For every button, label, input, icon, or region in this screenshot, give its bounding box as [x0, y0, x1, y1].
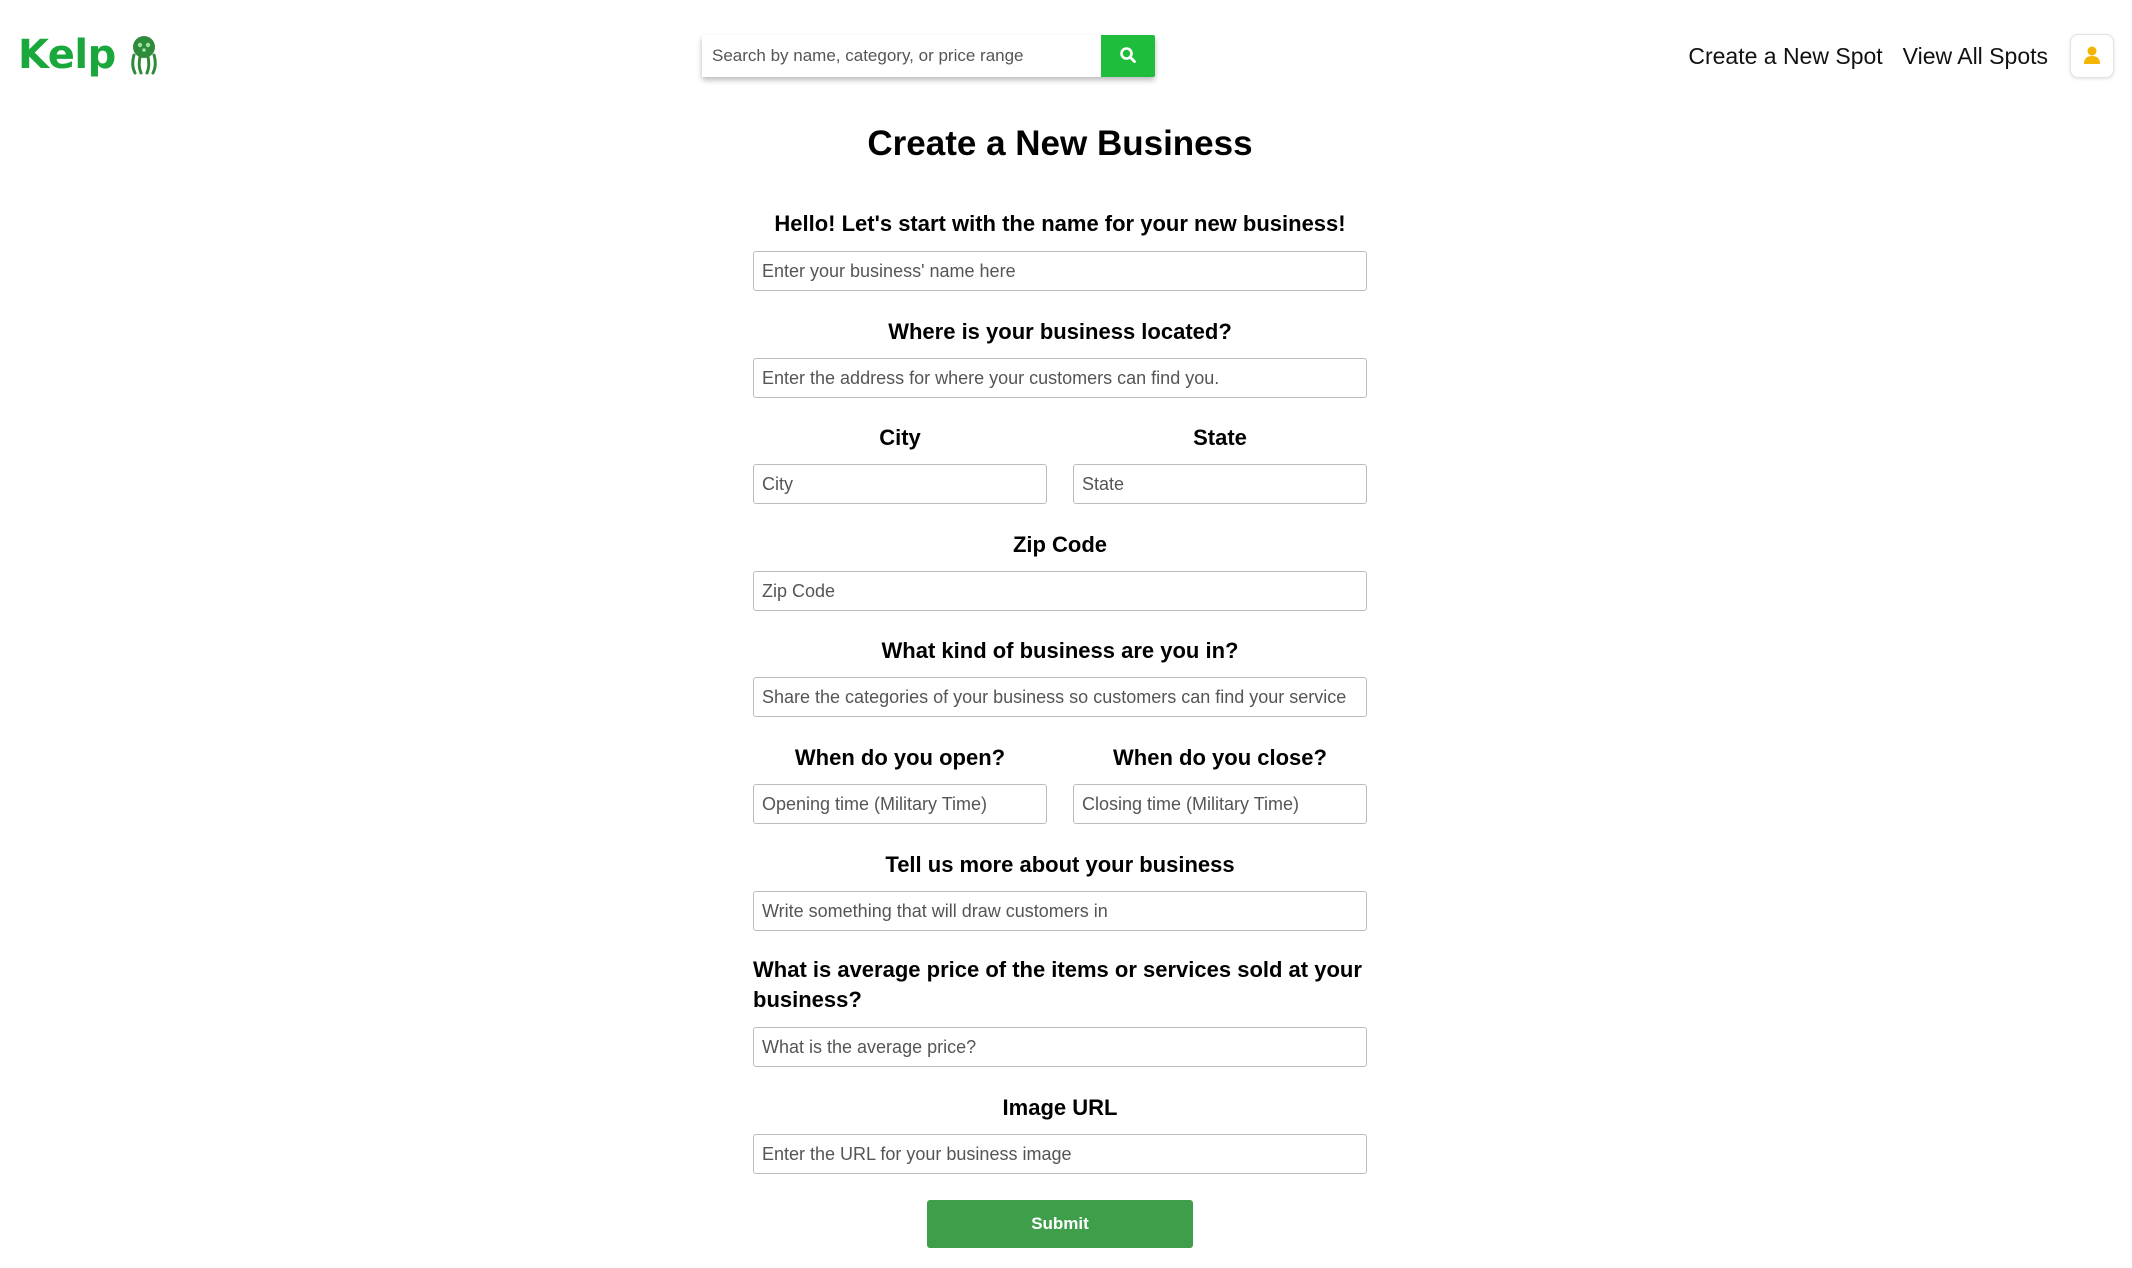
view-spots-link[interactable]: View All Spots	[1903, 43, 2048, 70]
close-time-label: When do you close?	[1113, 745, 1327, 770]
logo-link[interactable]: Kelp	[18, 28, 162, 82]
zip-code-input[interactable]	[753, 571, 1367, 611]
business-name-label: Hello! Let's start with the name for you…	[774, 211, 1346, 236]
category-label: What kind of business are you in?	[881, 638, 1239, 663]
search-bar	[702, 35, 1155, 77]
search-icon	[1119, 46, 1137, 67]
average-price-input[interactable]	[753, 1027, 1367, 1067]
kelp-logo-icon	[126, 35, 162, 75]
average-price-label: What is average price of the items or se…	[753, 957, 1362, 1012]
create-spot-link[interactable]: Create a New Spot	[1688, 43, 1882, 70]
state-label: State	[1193, 425, 1247, 450]
description-input[interactable]	[753, 891, 1367, 931]
open-time-label: When do you open?	[794, 745, 1006, 770]
page: Kelp Search by name, category, or price …	[0, 0, 2132, 1268]
open-time-input[interactable]	[753, 784, 1047, 824]
business-name-input[interactable]	[753, 251, 1367, 291]
city-input[interactable]	[753, 464, 1047, 504]
state-input[interactable]	[1073, 464, 1367, 504]
profile-button[interactable]	[2070, 34, 2114, 78]
category-input[interactable]	[753, 677, 1367, 717]
top-nav-bar: Kelp Search by name, category, or price …	[0, 0, 2132, 110]
address-input[interactable]	[753, 358, 1367, 398]
search-input[interactable]	[702, 35, 1101, 77]
submit-button[interactable]: Submit	[927, 1200, 1193, 1248]
address-label: Where is your business located?	[888, 319, 1232, 344]
city-label: City	[879, 425, 921, 450]
close-time-input[interactable]	[1073, 784, 1367, 824]
zip-code-label: Zip Code	[1012, 532, 1108, 557]
image-url-label: Image URL	[1002, 1095, 1118, 1120]
logo-text: Kelp	[18, 32, 116, 78]
nav-links: Create a New Spot View All Spots	[1688, 34, 2132, 78]
page-title: Create a New Business	[867, 124, 1253, 163]
user-icon	[2083, 45, 2101, 68]
image-url-input[interactable]	[753, 1134, 1367, 1174]
search-button[interactable]	[1101, 35, 1155, 77]
description-label: Tell us more about your business	[885, 852, 1235, 877]
